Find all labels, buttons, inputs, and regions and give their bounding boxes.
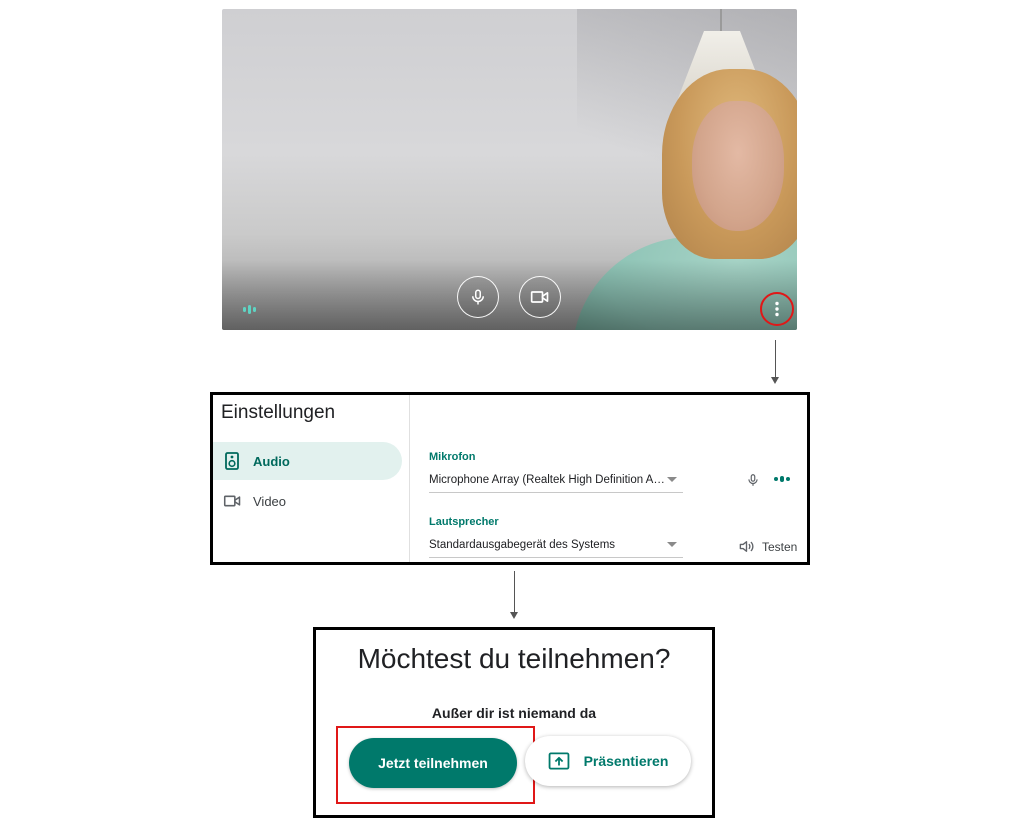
volume-icon	[739, 541, 754, 552]
nav-item-video-label: Video	[253, 493, 287, 509]
audio-level-icon	[243, 305, 256, 314]
more-options-button[interactable]	[760, 292, 794, 326]
present-button[interactable]: Präsentieren	[525, 736, 691, 786]
nav-item-video[interactable]: Video	[213, 482, 402, 520]
microphone-icon	[472, 289, 484, 305]
more-vert-icon	[775, 301, 779, 317]
settings-title: Einstellungen	[221, 402, 336, 423]
join-subtitle: Außer dir ist niemand da	[431, 705, 597, 721]
microphone-section-label: Mikrofon	[429, 451, 476, 463]
nav-item-audio[interactable]: Audio	[213, 442, 402, 480]
person-face	[692, 101, 784, 231]
test-speaker-button[interactable]: Testen	[738, 539, 797, 554]
camera-toggle-button[interactable]	[519, 276, 561, 318]
flow-arrow-head	[771, 377, 779, 384]
dropdown-caret-icon	[667, 477, 677, 482]
settings-sidebar: Einstellungen Audio Video	[213, 395, 410, 562]
microphone-select-value: Microphone Array (Realtek High Definitio…	[429, 474, 665, 486]
speaker-select[interactable]: Standardausgabegerät des Systems	[429, 533, 683, 558]
speaker-section-label: Lautsprecher	[429, 516, 499, 528]
microphone-select[interactable]: Microphone Array (Realtek High Definitio…	[429, 468, 683, 493]
dropdown-caret-icon	[667, 542, 677, 547]
flow-arrow-head	[510, 612, 518, 619]
videocam-icon	[222, 491, 242, 511]
videocam-icon	[530, 291, 549, 303]
join-now-label: Jetzt teilnehmen	[378, 755, 488, 771]
test-speaker-label: Testen	[762, 539, 798, 554]
join-title: Möchtest du teilnehmen?	[357, 643, 671, 674]
video-bottom-gradient	[222, 260, 797, 330]
microphone-icon	[746, 471, 760, 494]
speaker-select-value: Standardausgabegerät des Systems	[429, 539, 616, 551]
flow-arrow-line	[775, 340, 776, 378]
video-preview	[222, 9, 797, 330]
join-now-button[interactable]: Jetzt teilnehmen	[349, 738, 517, 788]
flow-arrow-line	[514, 571, 515, 613]
join-dialog: Möchtest du teilnehmen? Außer dir ist ni…	[313, 627, 715, 818]
mic-toggle-button[interactable]	[457, 276, 499, 318]
audio-level-icon	[774, 476, 790, 482]
present-to-all-icon	[548, 752, 569, 770]
settings-panel: Einstellungen Audio Video Mikrofon Micro…	[210, 392, 810, 565]
present-label: Präsentieren	[583, 753, 669, 769]
speaker-icon	[222, 451, 242, 471]
nav-item-audio-label: Audio	[253, 453, 290, 469]
